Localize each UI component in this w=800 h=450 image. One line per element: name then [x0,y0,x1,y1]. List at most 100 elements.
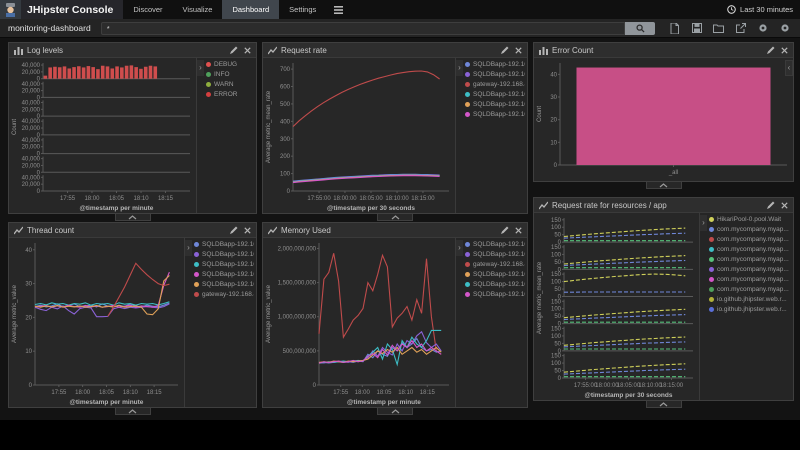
panel-title: Memory Used [281,226,501,235]
legend-item[interactable]: SQLDBapp-192.168... [194,281,254,288]
legend-collapse-icon[interactable]: › [456,60,463,76]
load-dashboard-folder-icon[interactable] [713,23,724,34]
close-icon[interactable] [781,202,788,209]
svg-text:18:05: 18:05 [376,390,392,396]
share-dashboard-icon[interactable] [735,23,746,34]
panel-header[interactable]: Error Count [534,43,793,58]
svg-text:20,000: 20,000 [22,182,41,188]
legend-item[interactable]: SQLDBapp-192.168.4... [465,101,525,108]
legend-item[interactable]: DEBUG [206,61,254,68]
nav-item-discover[interactable]: Discover [123,0,172,19]
app-title[interactable]: JHipster Console [21,0,123,19]
legend-expand-icon[interactable]: ‹ [785,60,793,76]
nav-item-settings[interactable]: Settings [279,0,326,19]
legend-collapse-icon[interactable]: › [700,215,707,231]
legend-item[interactable]: gateway-192.168.43.8... [465,81,525,88]
options-gear-icon[interactable] [757,23,768,34]
edit-pencil-icon[interactable] [501,226,509,234]
svg-text:18:05: 18:05 [109,196,125,202]
legend-item[interactable]: SQLDBapp-192.168... [194,241,254,248]
new-dashboard-icon[interactable] [669,23,680,34]
legend-item[interactable]: com.mycompany.myap... [709,246,791,253]
panel-header[interactable]: Memory Used [263,223,527,238]
panel-collapse-chevron[interactable] [115,214,151,221]
legend-item[interactable]: io.github.jhipster.web.r... [709,306,791,313]
panel-collapse-chevron[interactable] [646,182,682,189]
panel-header[interactable]: Request rate for resources / app [534,198,793,213]
close-icon[interactable] [244,47,251,54]
legend-item[interactable]: com.mycompany.myap... [709,276,791,283]
legend-label: SQLDBapp-192.168... [202,241,254,248]
legend-item[interactable]: com.mycompany.myap... [709,266,791,273]
legend-item[interactable]: com.mycompany.myap... [709,226,791,233]
legend-item[interactable]: SQLDBapp-192.168.4... [465,251,525,258]
nav-item-visualize[interactable]: Visualize [173,0,223,19]
panel-header[interactable]: Request rate [263,43,527,58]
dashboard-toolbar: monitoring-dashboard [0,19,800,38]
legend-item[interactable]: WARN [206,81,254,88]
legend-item[interactable]: INFO [206,71,254,78]
legend-item[interactable]: SQLDBapp-192.168.4... [465,241,525,248]
nav-item-dashboard[interactable]: Dashboard [222,0,279,19]
close-icon[interactable] [515,47,522,54]
query-input[interactable] [101,22,625,35]
close-icon[interactable] [244,227,251,234]
legend-item[interactable]: SQLDBapp-192.168... [194,261,254,268]
panel-log-levels: Log levels Count020,00040,000020,00040,0… [8,42,257,214]
legend-item[interactable]: ERROR [206,91,254,98]
legend-item[interactable]: SQLDBapp-192.168.4... [465,281,525,288]
legend-item[interactable]: SQLDBapp-192.168.4... [465,91,525,98]
legend-color-dot [465,72,470,77]
panel-header[interactable]: Thread count [9,223,256,238]
svg-text:300: 300 [280,137,291,143]
chart-memory-used: Average metric_value0500,000,0001,000,00… [263,238,455,407]
legend-item[interactable]: HikariPool-0.pool.Wait [709,216,791,223]
legend-item[interactable]: SQLDBapp-192.168... [194,251,254,258]
close-icon[interactable] [781,47,788,54]
save-dashboard-icon[interactable] [691,23,702,34]
time-picker[interactable]: Last 30 minutes [727,0,800,19]
legend-collapse-icon[interactable]: › [456,240,463,256]
legend-collapse-icon[interactable]: › [197,60,204,76]
legend-color-dot [465,82,470,87]
legend-item[interactable]: SQLDBapp-192.168.4... [465,61,525,68]
refresh-gear-icon[interactable] [779,23,790,34]
edit-pencil-icon[interactable] [501,46,509,54]
svg-text:17:55: 17:55 [60,196,76,202]
legend-label: INFO [214,71,230,78]
legend-item[interactable]: com.mycompany.myap... [709,236,791,243]
legend-item[interactable]: com.mycompany.myap... [709,286,791,293]
svg-text:Average metric_value: Average metric_value [266,284,272,343]
legend-item[interactable]: SQLDBapp-192.168.4... [465,111,525,118]
panel-title: Log levels [27,46,230,55]
legend-collapse-icon[interactable]: › [185,240,192,256]
svg-text:18:15:00: 18:15:00 [411,196,435,202]
panel-collapse-chevron[interactable] [646,401,682,408]
legend-item[interactable]: gateway-192.168.43... [194,291,254,298]
line-chart-icon [14,226,23,235]
edit-pencil-icon[interactable] [767,201,775,209]
legend-item[interactable]: io.github.jhipster.web.r... [709,296,791,303]
edit-pencil-icon[interactable] [767,46,775,54]
panel-header[interactable]: Log levels [9,43,256,58]
panel-collapse-chevron[interactable] [377,214,413,221]
legend-label: com.mycompany.myap... [717,256,789,263]
legend-item[interactable]: gateway-192.168.43.8... [465,261,525,268]
legend-item[interactable]: com.mycompany.myap... [709,256,791,263]
edit-pencil-icon[interactable] [230,46,238,54]
legend-color-dot [206,82,211,87]
search-button[interactable] [625,22,655,35]
panel-collapse-chevron[interactable] [377,408,413,415]
svg-text:@timestamp per minute: @timestamp per minute [80,205,154,212]
edit-pencil-icon[interactable] [230,226,238,234]
svg-text:18:00: 18:00 [84,196,100,202]
panel-collapse-chevron[interactable] [115,408,151,415]
jhipster-logo[interactable] [0,0,21,19]
svg-text:30: 30 [25,282,32,288]
legend-item[interactable]: SQLDBapp-192.168.4... [465,271,525,278]
close-icon[interactable] [515,227,522,234]
apps-grid-icon[interactable] [326,0,351,19]
legend-item[interactable]: SQLDBapp-192.168.4... [465,71,525,78]
legend-item[interactable]: SQLDBapp-192.168... [194,271,254,278]
legend-item[interactable]: SQLDBapp-192.168.4... [465,291,525,298]
